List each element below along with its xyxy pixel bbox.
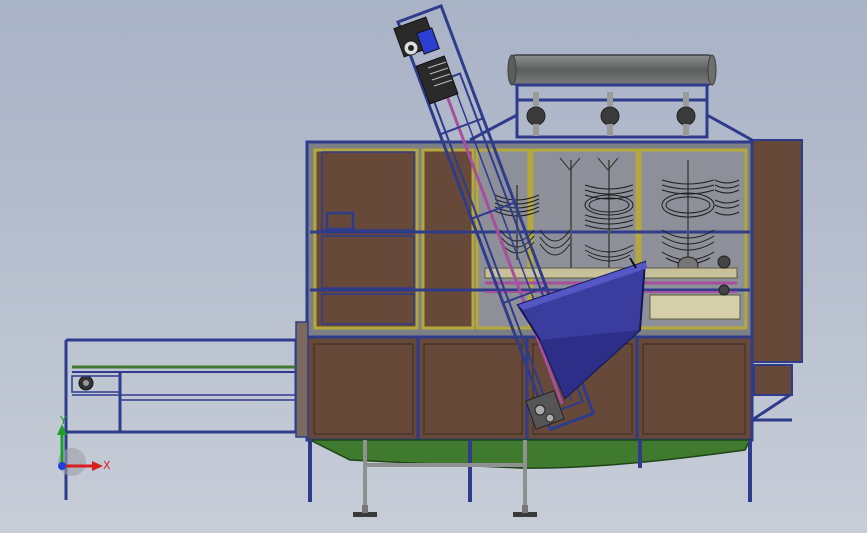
z-axis-origin [58,462,66,470]
right-side-panel [749,139,803,422]
x-axis-arrowhead [92,461,103,471]
cad-viewport[interactable]: Y X [0,0,867,533]
lower-cabinet [305,335,754,442]
y-axis-label: Y [59,414,67,427]
elevator-drive-motor [393,16,459,105]
outfeed-conveyor [64,321,309,500]
top-storage-tank [507,54,717,86]
x-axis-label: X [103,459,111,472]
